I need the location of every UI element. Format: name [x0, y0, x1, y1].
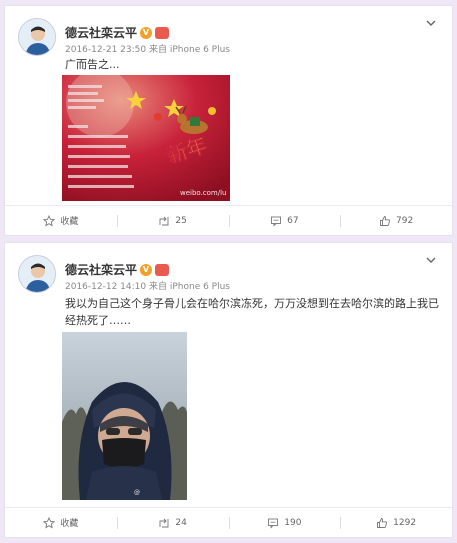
timestamp[interactable]: 2016-12-12 14:10 [65, 282, 146, 292]
member-crown-icon [155, 26, 170, 39]
avatar-image [19, 256, 55, 292]
post-meta: 2016-12-12 14:10 来自 iPhone 6 Plus [65, 279, 230, 292]
comment-count: 67 [287, 215, 299, 226]
favorite-button[interactable]: 收藏 [5, 508, 117, 537]
comment-button[interactable]: 67 [228, 206, 341, 235]
like-button[interactable]: 1292 [340, 508, 452, 537]
author-row: 德云社栾云平 V [65, 24, 170, 41]
action-bar: 收藏 25 67 792 [5, 205, 452, 235]
favorite-button[interactable]: 收藏 [5, 206, 117, 235]
chevron-down-icon[interactable] [424, 253, 438, 267]
repost-button[interactable]: 24 [116, 508, 229, 537]
post-card: 德云社栾云平 V 2016-12-21 23:50 来自 iPhone 6 Pl… [4, 5, 453, 236]
chevron-down-icon[interactable] [424, 16, 438, 30]
post-image[interactable]: 新年 weibo.com/lu [62, 75, 230, 201]
comment-button[interactable]: 190 [228, 508, 341, 537]
verified-icon: V [140, 263, 153, 276]
event-poster-image: 新年 weibo.com/lu [62, 75, 230, 201]
thumbs-up-icon [377, 517, 388, 528]
avatar[interactable] [18, 18, 56, 56]
username[interactable]: 德云社栾云平 [65, 261, 137, 278]
verified-icon: V [140, 26, 153, 39]
svg-text:@: @ [134, 489, 140, 496]
selfie-photo-image: @ [62, 332, 187, 500]
repost-count: 24 [175, 517, 187, 528]
repost-icon [159, 518, 169, 527]
repost-button[interactable]: 25 [116, 206, 229, 235]
avatar[interactable] [18, 255, 56, 293]
post-image[interactable]: @ [62, 332, 187, 500]
like-count: 792 [396, 215, 414, 226]
author-row: 德云社栾云平 V [65, 261, 170, 278]
repost-icon [159, 216, 169, 225]
post-source: 来自 iPhone 6 Plus [148, 282, 230, 292]
username[interactable]: 德云社栾云平 [65, 24, 137, 41]
action-bar: 收藏 24 190 1292 [5, 507, 452, 537]
comment-count: 190 [284, 517, 302, 528]
favorite-label: 收藏 [60, 217, 79, 227]
star-icon [43, 516, 56, 529]
like-button[interactable]: 792 [340, 206, 452, 235]
comment-icon [268, 518, 279, 529]
image-watermark: weibo.com/lu [180, 189, 227, 197]
post-text: 广而告之... [65, 58, 120, 71]
timestamp[interactable]: 2016-12-21 23:50 [65, 45, 146, 55]
member-crown-icon [155, 263, 170, 276]
favorite-label: 收藏 [60, 519, 79, 529]
thumbs-up-icon [380, 215, 391, 226]
post-card: 德云社栾云平 V 2016-12-12 14:10 来自 iPhone 6 Pl… [4, 242, 453, 538]
post-source: 来自 iPhone 6 Plus [148, 45, 230, 55]
avatar-image [19, 19, 55, 55]
repost-count: 25 [175, 215, 187, 226]
like-count: 1292 [393, 517, 417, 528]
star-icon [43, 214, 56, 227]
post-meta: 2016-12-21 23:50 来自 iPhone 6 Plus [65, 42, 230, 55]
comment-icon [271, 216, 282, 227]
feed: 德云社栾云平 V 2016-12-21 23:50 来自 iPhone 6 Pl… [0, 0, 457, 543]
post-text: 我以为自己这个身子骨儿会在哈尔滨冻死，万万没想到在去哈尔滨的路上我已经热死了…… [65, 297, 439, 327]
